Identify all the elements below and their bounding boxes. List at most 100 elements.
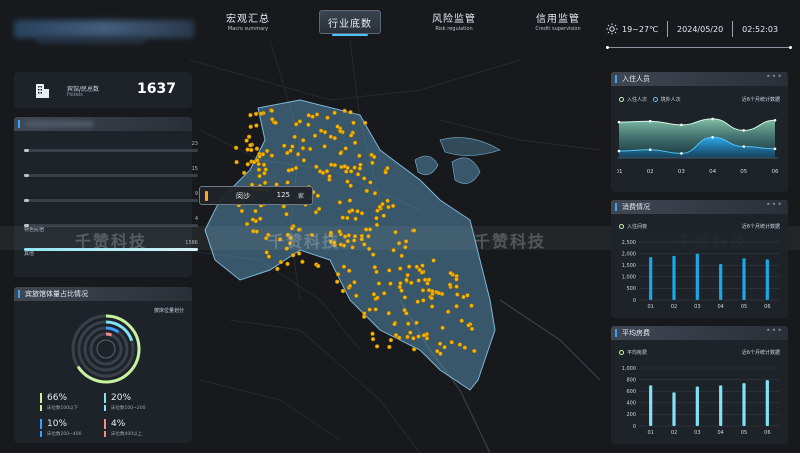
hotel-dot bbox=[416, 334, 421, 339]
hotel-dot bbox=[399, 253, 404, 259]
app-logo-subtitle bbox=[36, 36, 146, 44]
legend-dot bbox=[619, 97, 624, 102]
x-tick-label: 04 bbox=[709, 169, 716, 175]
hotel-dot bbox=[352, 280, 357, 285]
bar[interactable] bbox=[649, 385, 653, 426]
bar[interactable] bbox=[695, 386, 699, 426]
hotel-dot bbox=[290, 144, 295, 149]
nav-label: 风险监管 bbox=[432, 14, 476, 25]
hotel-dot bbox=[385, 165, 390, 171]
hotel-dot bbox=[372, 265, 377, 270]
popup-unit: 家 bbox=[297, 193, 304, 200]
hotel-dot bbox=[275, 266, 280, 272]
bar[interactable] bbox=[719, 264, 723, 300]
bar[interactable] bbox=[742, 258, 746, 300]
category-value: 15 bbox=[191, 166, 198, 172]
hotel-dot bbox=[249, 147, 254, 153]
hotel-dot bbox=[374, 344, 380, 349]
hotel-dot bbox=[435, 349, 440, 354]
nav-sublabel: Risk regulation bbox=[435, 26, 473, 32]
hotel-dot bbox=[371, 252, 376, 257]
bar[interactable] bbox=[649, 257, 653, 300]
avg-price-legend: 平均房费 bbox=[619, 349, 647, 356]
hotel-dot bbox=[301, 138, 306, 143]
x-tick-label: 05 bbox=[741, 304, 747, 310]
hotel-dot bbox=[388, 337, 394, 343]
popup-district: 闵沙 bbox=[236, 192, 250, 200]
legend-dot bbox=[619, 224, 624, 229]
hotel-dot bbox=[324, 168, 330, 174]
hotel-dot bbox=[254, 123, 259, 128]
occupancy-stat: 10% 床位数200~400 bbox=[40, 419, 100, 437]
map-popup[interactable]: 闵沙 125 家 bbox=[199, 186, 313, 205]
residents-area-chart: 01 02 03 04 05 06 bbox=[617, 117, 779, 175]
hotel-dot bbox=[408, 330, 413, 335]
hotel-dot bbox=[322, 129, 328, 135]
nav-label: 宏观汇总 bbox=[226, 14, 270, 25]
hotel-dot bbox=[390, 203, 396, 209]
legend-label: 平均房费 bbox=[627, 350, 648, 356]
hotel-dot bbox=[465, 293, 470, 298]
data-point bbox=[711, 136, 714, 139]
data-point bbox=[773, 118, 777, 122]
more-icon[interactable]: ••• bbox=[766, 326, 783, 335]
nav-industry-base[interactable]: 行业底数 bbox=[319, 10, 381, 36]
watermark: 千赞科技 bbox=[75, 232, 148, 251]
hotel-dot bbox=[342, 164, 347, 169]
hotel-dot bbox=[266, 254, 272, 259]
bar[interactable] bbox=[742, 383, 746, 426]
hotel-dot bbox=[420, 263, 425, 268]
nav-credit-supervision[interactable]: 信用监管 Credit supervision bbox=[526, 10, 590, 34]
bar[interactable] bbox=[695, 253, 699, 300]
nav-risk-regulation[interactable]: 风险监管 Risk regulation bbox=[424, 10, 484, 34]
data-point bbox=[742, 145, 746, 148]
nav-macro-summary[interactable]: 宏观汇总 Macro summary bbox=[218, 10, 278, 34]
hotel-dot bbox=[374, 215, 379, 221]
more-icon[interactable]: ••• bbox=[766, 200, 783, 209]
hotel-dot bbox=[258, 111, 264, 116]
hotel-dot bbox=[429, 304, 435, 309]
hotel-dot bbox=[260, 152, 266, 157]
hotel-dot bbox=[347, 268, 352, 273]
stat-value: 66% bbox=[40, 393, 100, 403]
data-point bbox=[680, 152, 683, 155]
hotel-dot bbox=[286, 168, 291, 173]
hotel-dot bbox=[397, 335, 402, 340]
hotel-dot bbox=[405, 334, 410, 340]
hotel-dot bbox=[306, 122, 311, 128]
hotel-dot bbox=[281, 204, 286, 209]
hotel-dot bbox=[469, 303, 474, 308]
hotel-dot bbox=[372, 191, 378, 196]
bar[interactable] bbox=[765, 380, 769, 426]
hotel-dot bbox=[447, 282, 453, 287]
category-label: 其他 bbox=[24, 251, 35, 257]
occupancy-ring-chart bbox=[71, 314, 141, 384]
y-tick-label: 1,500 bbox=[622, 263, 636, 269]
panel-title: 入住人员 bbox=[611, 72, 788, 86]
hotel-dot bbox=[355, 209, 360, 214]
hotel-dot bbox=[386, 204, 391, 210]
bar[interactable] bbox=[719, 385, 723, 426]
bar[interactable] bbox=[672, 255, 676, 300]
y-tick-label: 800 bbox=[626, 377, 636, 383]
data-point bbox=[617, 120, 621, 124]
bar[interactable] bbox=[672, 392, 676, 426]
bar[interactable] bbox=[765, 259, 769, 300]
hotel-dot bbox=[375, 295, 380, 300]
avg-price-bar-chart: 0 200 400 600 800 1,000 01 02 03 04 05 06 bbox=[622, 366, 779, 436]
hotel-dot bbox=[294, 121, 299, 127]
building-icon bbox=[32, 80, 52, 100]
date: 2024/05/20 bbox=[677, 24, 724, 34]
category-panel: 23 15 9 特色民宿 4 其他 1586 bbox=[14, 117, 198, 277]
panel-title bbox=[14, 117, 192, 131]
hotel-total-sublabel: Hotels bbox=[67, 92, 83, 98]
hotel-dot bbox=[414, 264, 419, 270]
watermark: 千赞科技 bbox=[268, 232, 341, 251]
hotel-dot bbox=[387, 268, 392, 273]
hotel-dot bbox=[310, 114, 315, 119]
hotel-dot bbox=[370, 336, 376, 342]
hotel-dot bbox=[347, 283, 353, 289]
more-icon[interactable]: ••• bbox=[766, 72, 783, 81]
hotel-dot bbox=[284, 211, 289, 217]
hotel-dot bbox=[352, 140, 358, 146]
